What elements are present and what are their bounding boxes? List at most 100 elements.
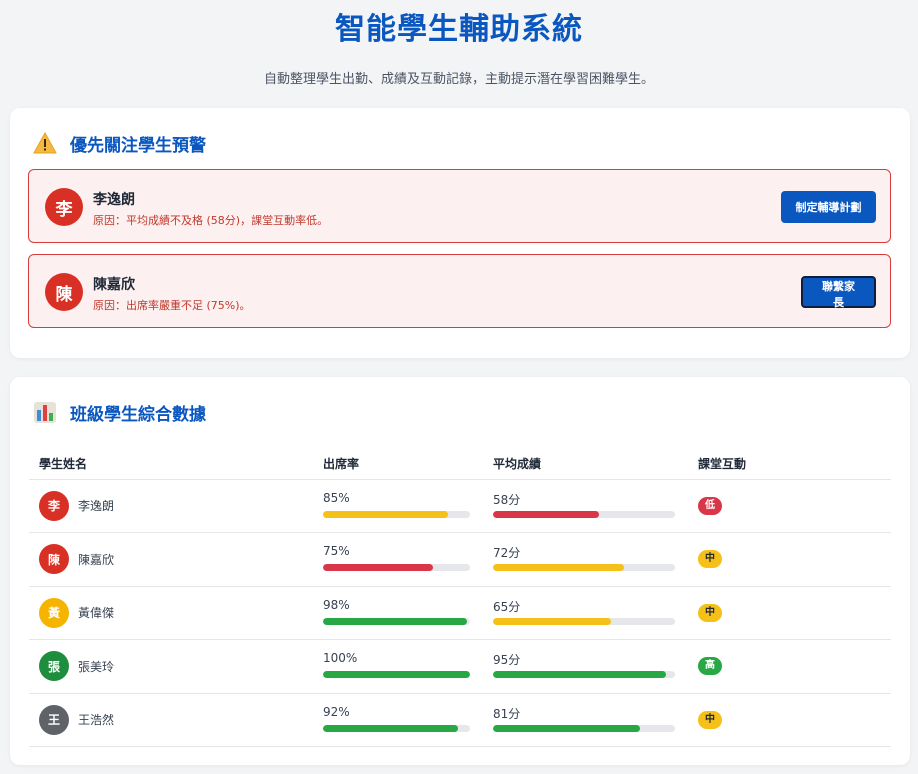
- page-title: 智能學生輔助系統: [335, 12, 583, 47]
- warning-icon: [32, 130, 58, 156]
- alert-student-name: 李逸朗: [93, 192, 135, 208]
- column-header-name: 學生姓名: [29, 449, 313, 480]
- alert-item: 陳 陳嘉欣 原因：出席率嚴重不足 (75%)。 聯繫家長: [28, 254, 891, 328]
- score-bar-fill: [493, 617, 612, 625]
- cell-interaction: 低: [688, 479, 891, 533]
- column-header-interaction: 課堂互動: [688, 449, 891, 480]
- attendance-bar-track: [323, 510, 470, 518]
- attendance-value: 100%: [323, 651, 358, 666]
- attendance-metric: 85%: [323, 489, 470, 523]
- attendance-value: 98%: [323, 597, 350, 612]
- cell-name: 王王浩然: [29, 693, 313, 747]
- attendance-metric: 98%: [323, 596, 470, 630]
- score-metric: 72分: [493, 542, 675, 576]
- table-row: 陳陳嘉欣 75% 72分 中: [29, 532, 891, 587]
- avatar: 李: [39, 490, 69, 521]
- table-header-row: 學生姓名 出席率 平均成績 課堂互動: [29, 449, 891, 480]
- score-bar-track: [493, 671, 675, 679]
- interaction-badge: 中: [698, 710, 722, 729]
- cell-score: 81分: [483, 693, 688, 747]
- create-tutoring-plan-button[interactable]: 制定輔導計劃: [781, 191, 876, 223]
- score-bar-fill: [493, 564, 625, 572]
- attendance-bar-track: [323, 724, 470, 732]
- score-metric: 81分: [493, 703, 675, 737]
- data-header: 班級學生綜合數據: [32, 399, 206, 425]
- alerts-title: 優先關注學生預警: [70, 135, 206, 156]
- alert-item: 李 李逸朗 原因：平均成績不及格 (58分)，課堂互動率低。 制定輔導計劃: [28, 169, 891, 243]
- interaction-badge: 高: [698, 657, 722, 676]
- score-value: 65分: [493, 599, 521, 614]
- attendance-bar-fill: [323, 564, 434, 572]
- score-bar-track: [493, 564, 675, 572]
- student: 張張美玲: [39, 651, 313, 682]
- alerts-header: 優先關注學生預警: [32, 130, 206, 156]
- class-data-card: 班級學生綜合數據 學生姓名 出席率 平均成績 課堂互動 李李逸朗 85% 58分 低陳…: [10, 377, 910, 765]
- avatar: 陳: [45, 273, 83, 311]
- attendance-value: 85%: [323, 490, 350, 505]
- student-name: 陳嘉欣: [78, 552, 115, 567]
- attendance-metric: 75%: [323, 542, 470, 576]
- score-bar-track: [493, 724, 675, 732]
- alert-reason: 原因：平均成績不及格 (58分)，課堂互動率低。: [93, 214, 329, 227]
- interaction-badge: 中: [698, 603, 722, 622]
- data-title: 班級學生綜合數據: [70, 404, 206, 425]
- attendance-bar-fill: [323, 671, 470, 679]
- score-value: 81分: [493, 706, 521, 721]
- student: 王王浩然: [39, 704, 313, 735]
- students-table: 學生姓名 出席率 平均成績 課堂互動 李李逸朗 85% 58分 低陳陳嘉欣 75% 72分…: [29, 449, 891, 747]
- attendance-bar-fill: [323, 724, 459, 732]
- column-header-score: 平均成績: [483, 449, 688, 480]
- table-row: 李李逸朗 85% 58分 低: [29, 479, 891, 533]
- student-name: 李逸朗: [78, 499, 115, 514]
- cell-score: 72分: [483, 532, 688, 587]
- avatar: 李: [45, 188, 83, 226]
- alert-reason: 原因：出席率嚴重不足 (75%)。: [93, 299, 251, 312]
- alert-student-name: 陳嘉欣: [93, 277, 135, 293]
- page-subtitle: 自動整理學生出勤、成績及互動記錄，主動提示潛在學習困難學生。: [263, 72, 654, 87]
- attendance-bar-fill: [323, 617, 468, 625]
- interaction-badge: 中: [698, 550, 722, 569]
- student-name: 張美玲: [78, 659, 115, 674]
- cell-name: 張張美玲: [29, 639, 313, 694]
- cell-name: 李李逸朗: [29, 479, 313, 533]
- contact-parents-button[interactable]: 聯繫家長: [801, 276, 876, 309]
- table-row: 張張美玲 100% 95分 高: [29, 639, 891, 694]
- column-header-attendance: 出席率: [313, 449, 483, 480]
- score-value: 72分: [493, 546, 521, 561]
- student-name: 王浩然: [78, 713, 115, 728]
- priority-alerts-card: 優先關注學生預警 李 李逸朗 原因：平均成績不及格 (58分)，課堂互動率低。 …: [10, 108, 910, 358]
- cell-attendance: 75%: [313, 532, 483, 587]
- attendance-metric: 92%: [323, 703, 470, 737]
- cell-name: 陳陳嘉欣: [29, 532, 313, 587]
- student-name: 黃偉傑: [78, 606, 115, 621]
- cell-attendance: 98%: [313, 586, 483, 640]
- cell-attendance: 92%: [313, 693, 483, 747]
- avatar: 黃: [39, 597, 69, 628]
- cell-interaction: 中: [688, 586, 891, 640]
- score-value: 95分: [493, 653, 521, 668]
- cell-attendance: 100%: [313, 639, 483, 694]
- cell-interaction: 中: [688, 532, 891, 587]
- attendance-metric: 100%: [323, 649, 470, 683]
- score-bar-fill: [493, 724, 641, 732]
- cell-attendance: 85%: [313, 479, 483, 533]
- cell-score: 65分: [483, 586, 688, 640]
- attendance-bar-track: [323, 617, 470, 625]
- student: 陳陳嘉欣: [39, 544, 313, 575]
- table-row: 黃黃偉傑 98% 65分 中: [29, 586, 891, 640]
- attendance-value: 92%: [323, 704, 350, 719]
- attendance-bar-track: [323, 671, 470, 679]
- attendance-bar-fill: [323, 510, 448, 518]
- score-bar-track: [493, 617, 675, 625]
- avatar: 張: [39, 651, 69, 682]
- attendance-bar-track: [323, 564, 470, 572]
- student: 黃黃偉傑: [39, 597, 313, 628]
- score-bar-track: [493, 510, 675, 518]
- score-metric: 58分: [493, 489, 675, 523]
- cell-name: 黃黃偉傑: [29, 586, 313, 640]
- score-value: 58分: [493, 492, 521, 507]
- cell-score: 95分: [483, 639, 688, 694]
- score-bar-fill: [493, 671, 666, 679]
- student: 李李逸朗: [39, 490, 313, 521]
- cell-score: 58分: [483, 479, 688, 533]
